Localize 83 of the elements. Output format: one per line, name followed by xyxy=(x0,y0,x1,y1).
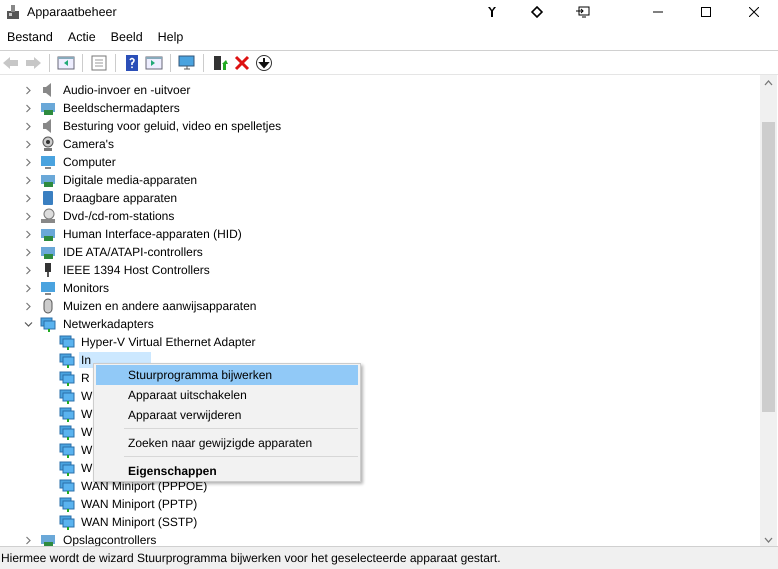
tree-item[interactable]: W xyxy=(79,460,94,476)
menu-item[interactable]: Apparaat verwijderen xyxy=(96,405,358,433)
chevron-right-icon[interactable] xyxy=(24,140,33,148)
chevron-right-icon[interactable] xyxy=(24,266,33,274)
tree-item[interactable]: WAN Miniport (PPPOE) xyxy=(79,478,210,494)
tree-item[interactable]: Muizen en andere aanwijsapparaten xyxy=(61,298,258,314)
chevron-right-icon[interactable] xyxy=(24,176,33,184)
screen-icon[interactable] xyxy=(576,6,590,18)
tree-item[interactable]: Draagbare apparaten xyxy=(61,190,180,206)
menu-item[interactable]: Help xyxy=(158,30,184,44)
network-icon xyxy=(59,478,75,494)
tree-item[interactable]: R xyxy=(79,370,92,386)
tree-item[interactable]: IDE ATA/ATAPI-controllers xyxy=(61,244,205,260)
chevron-right-icon[interactable] xyxy=(24,104,33,112)
chevron-right-icon[interactable] xyxy=(24,158,33,166)
tree-item[interactable]: W xyxy=(79,424,94,440)
tree-item[interactable]: Computer xyxy=(61,154,118,170)
device-card-icon xyxy=(40,172,56,188)
network-icon xyxy=(59,334,75,350)
chevron-right-icon[interactable] xyxy=(24,86,33,94)
menu-item[interactable]: Actie xyxy=(68,30,96,44)
network-icon xyxy=(59,406,75,422)
network-icon xyxy=(59,352,75,368)
tree-item[interactable]: Monitors xyxy=(61,280,112,296)
sheet-icon[interactable] xyxy=(90,54,108,72)
tree-item[interactable]: W xyxy=(79,406,94,422)
close-icon[interactable] xyxy=(749,7,759,17)
tree-item[interactable]: W xyxy=(79,388,94,404)
tree-item[interactable]: Besturing voor geluid, video en spelletjes xyxy=(61,118,284,134)
tree-view-icon[interactable] xyxy=(57,54,75,72)
tree-item[interactable]: WAN Miniport (PPTP) xyxy=(79,496,200,512)
network-icon xyxy=(59,442,75,458)
network-icon xyxy=(40,316,56,332)
chevron-down-icon[interactable] xyxy=(24,320,33,328)
chevron-right-icon[interactable] xyxy=(24,212,33,220)
monitor-icon xyxy=(40,154,56,170)
tree-item[interactable]: Dvd-/cd-rom-stations xyxy=(61,208,176,224)
device-card-icon xyxy=(40,226,56,242)
network-icon xyxy=(59,388,75,404)
help-icon[interactable] xyxy=(123,54,141,72)
menu-item[interactable]: Eigenschappen xyxy=(96,461,358,481)
chevron-right-icon[interactable] xyxy=(24,536,33,544)
tree-item[interactable]: Netwerkadapters xyxy=(61,316,156,332)
monitor-icon xyxy=(40,280,56,296)
disc-drive-icon xyxy=(40,208,56,224)
tree-item[interactable]: Digitale media-apparaten xyxy=(61,172,200,188)
device-card-icon xyxy=(40,532,56,546)
update-driver-icon[interactable] xyxy=(211,54,229,72)
delete-icon[interactable] xyxy=(233,54,251,72)
menu-item[interactable]: Zoeken naar gewijzigde apparaten xyxy=(96,433,358,461)
network-icon xyxy=(59,460,75,476)
tree-item[interactable]: WAN Miniport (SSTP) xyxy=(79,514,200,530)
chevron-right-icon[interactable] xyxy=(24,122,33,130)
monitor-icon[interactable] xyxy=(178,54,196,72)
network-icon xyxy=(59,496,75,512)
network-icon xyxy=(59,424,75,440)
menu-item[interactable]: Beeld xyxy=(110,30,143,44)
tree-item[interactable]: Beeldschermadapters xyxy=(61,100,182,116)
chevron-right-icon[interactable] xyxy=(24,284,33,292)
chevron-right-icon[interactable] xyxy=(24,302,33,310)
tree-item[interactable]: Hyper-V Virtual Ethernet Adapter xyxy=(79,334,258,350)
chevron-right-icon[interactable] xyxy=(24,248,33,256)
tree-item[interactable]: Human Interface-apparaten (HID) xyxy=(61,226,244,242)
network-icon xyxy=(59,514,75,530)
tree-item[interactable]: IEEE 1394 Host Controllers xyxy=(61,262,212,278)
tablet-icon xyxy=(40,190,56,206)
tree-item[interactable]: Audio-invoer en -uitvoer xyxy=(61,82,192,98)
panel-icon[interactable] xyxy=(145,54,163,72)
app-icon xyxy=(5,4,21,20)
maximize-icon[interactable] xyxy=(701,7,711,17)
scrollbar[interactable] xyxy=(760,75,777,546)
device-card-icon xyxy=(40,244,56,260)
network-icon xyxy=(59,370,75,386)
window-title: Apparaatbeheer xyxy=(27,5,117,19)
tree-item[interactable]: Camera's xyxy=(61,136,116,152)
chevron-right-icon[interactable] xyxy=(24,194,33,202)
webcam-icon xyxy=(40,136,56,152)
menu-item[interactable]: Stuurprogramma bijwerken xyxy=(96,365,358,385)
device-card-icon xyxy=(40,100,56,116)
menu-item[interactable]: Bestand xyxy=(7,30,53,44)
tree-item[interactable]: W xyxy=(79,442,94,458)
chevron-right-icon[interactable] xyxy=(24,230,33,238)
menu-item[interactable]: Apparaat uitschakelen xyxy=(96,385,358,405)
